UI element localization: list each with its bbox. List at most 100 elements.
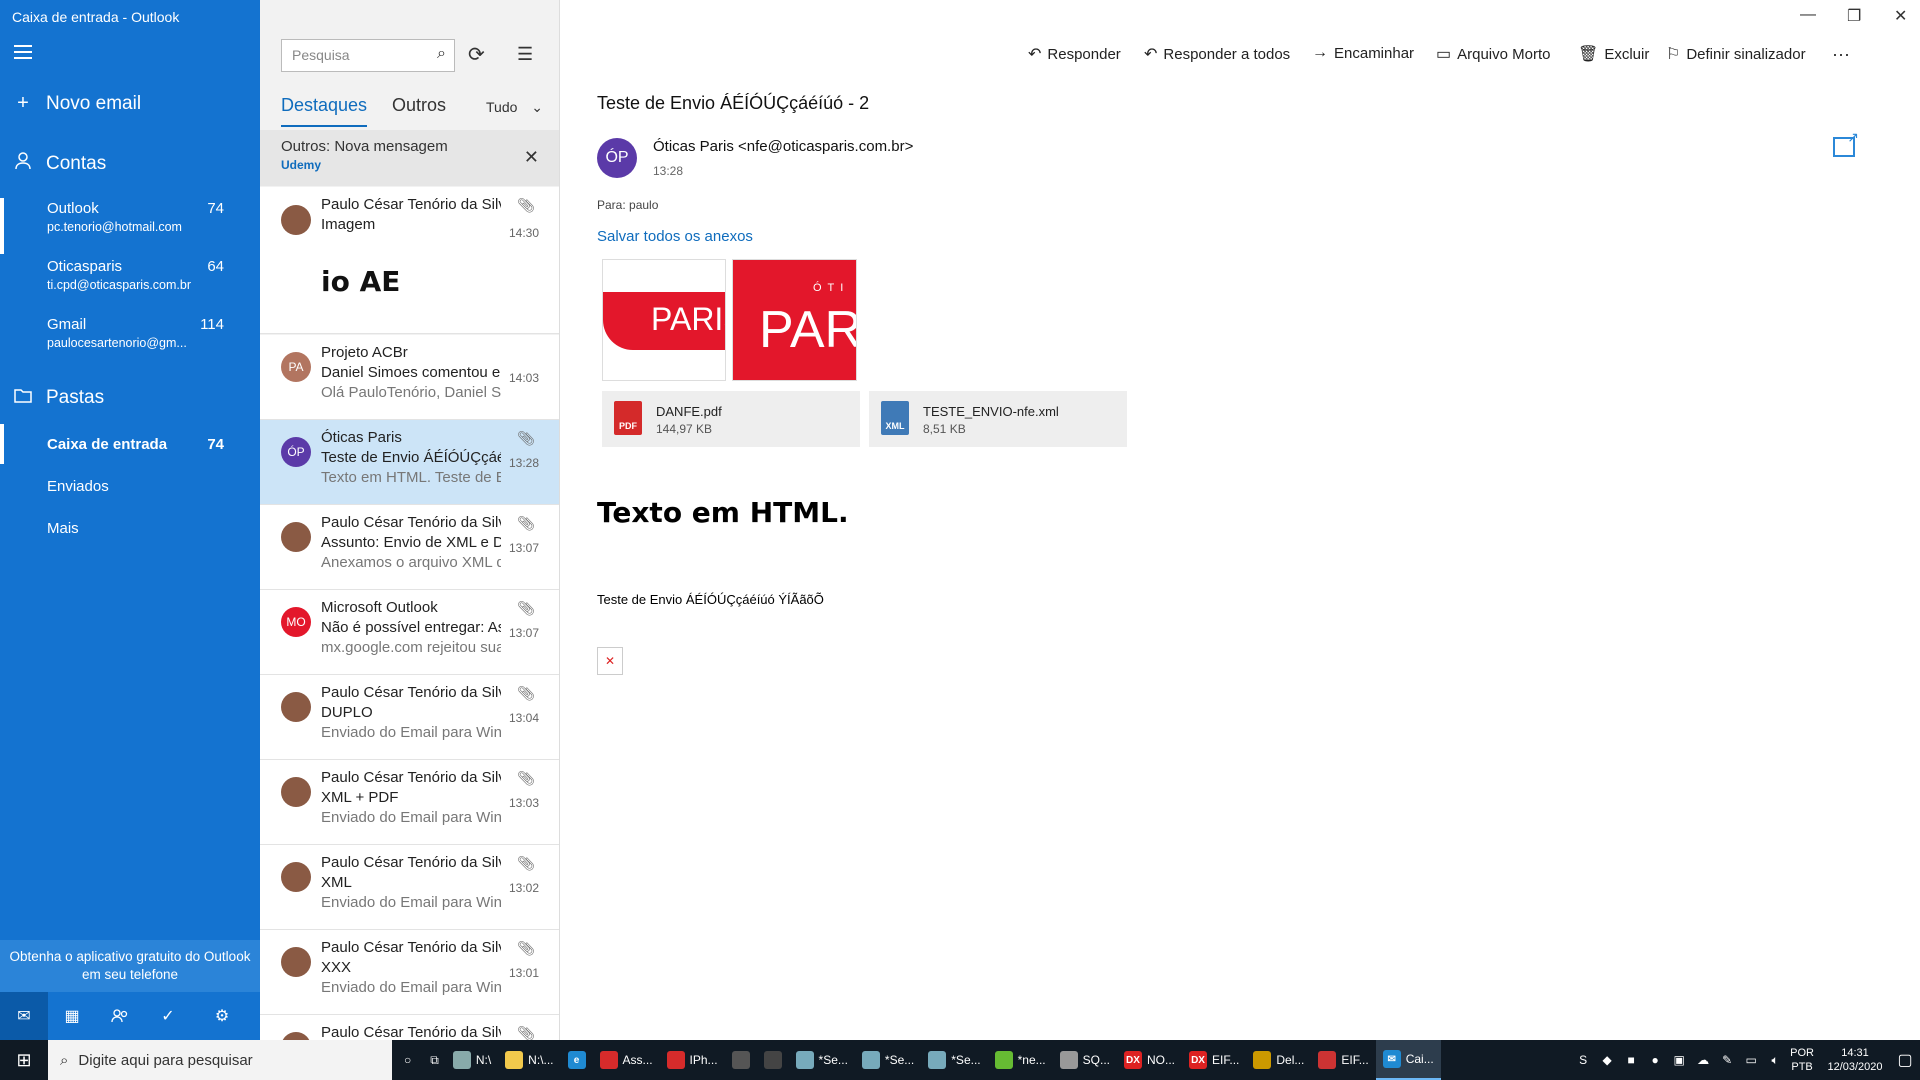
folder-sent[interactable]: Enviados <box>0 466 260 506</box>
list-item[interactable]: Paulo César Tenório da Silva Imagem 📎︎ 1… <box>260 187 559 334</box>
list-item[interactable]: MO Microsoft Outlook Não é possível entr… <box>260 590 559 675</box>
taskbar-app-edge[interactable]: e <box>561 1040 593 1080</box>
list-item[interactable]: Paulo César Tenório da Silva Assunto: En… <box>260 505 559 590</box>
message-sender: Paulo César Tenório da Silva <box>321 514 501 531</box>
taskbar-app-mail[interactable]: ✉ Cai... <box>1375 1040 1441 1080</box>
close-window-icon[interactable]: ✕ <box>1894 6 1907 26</box>
pen-icon[interactable]: ✎ <box>1718 1053 1736 1067</box>
todo-icon[interactable]: ✓ <box>144 992 192 1040</box>
dx-icon: DX <box>1124 1051 1142 1069</box>
tray-app-icon[interactable]: ◆ <box>1598 1053 1616 1067</box>
tray-app-icon[interactable]: ■ <box>1622 1053 1640 1067</box>
list-item[interactable]: Paulo César Tenório da Silva XML Enviado… <box>260 845 559 930</box>
close-icon[interactable]: ✕ <box>524 147 539 168</box>
taskbar-app-delphi[interactable]: Del... <box>1246 1040 1311 1080</box>
other-inbox-notice[interactable]: Outros: Nova mensagem Udemy ✕ <box>260 130 559 186</box>
tray-app-icon[interactable]: ● <box>1646 1053 1664 1067</box>
taskbar-app-drive[interactable]: N:\ <box>446 1040 498 1080</box>
taskbar-search-input[interactable]: ⌕ Digite aqui para pesquisar <box>48 1040 392 1080</box>
taskbar-app-store[interactable] <box>725 1040 757 1080</box>
network-icon[interactable]: ▭ <box>1742 1053 1760 1067</box>
notepad-icon <box>861 1051 880 1069</box>
message-time: 13:07 <box>508 541 539 555</box>
tab-other[interactable]: Outros <box>392 95 446 116</box>
folder-more[interactable]: Mais <box>0 508 260 548</box>
accounts-header[interactable]: Contas <box>0 152 260 176</box>
selection-mode-icon[interactable]: ☰ <box>517 44 533 65</box>
taskbar-app-dx2[interactable]: DX EIF... <box>1182 1040 1246 1080</box>
search-input[interactable]: Pesquisa ⌕ <box>281 39 455 72</box>
taskbar-app-eif[interactable]: EIF... <box>1311 1040 1375 1080</box>
search-icon[interactable]: ⌕ <box>437 45 446 63</box>
taskbar-app-sql[interactable]: SQ... <box>1053 1040 1117 1080</box>
notifications-icon[interactable]: ▢ <box>1896 1050 1914 1070</box>
taskbar-app-ass[interactable]: Ass... <box>593 1040 660 1080</box>
mail-icon[interactable]: ✉ <box>0 992 48 1040</box>
taskbar-app-note1[interactable]: *Se... <box>789 1040 855 1080</box>
account-gmail[interactable]: Gmail paulocesartenorio@gm... 114 <box>0 314 260 370</box>
reply-all-button[interactable]: ↶ Responder a todos <box>1144 44 1290 64</box>
new-mail-button[interactable]: + Novo email <box>0 92 260 115</box>
taskbar-app-note3[interactable]: *Se... <box>921 1040 987 1080</box>
list-item[interactable]: PA Projeto ACBr Daniel Simoes comentou e… <box>260 335 559 420</box>
people-icon[interactable] <box>96 992 144 1040</box>
attachment-file[interactable]: XML TESTE_ENVIO-nfe.xml 8,51 KB <box>869 391 1127 447</box>
open-in-new-window-icon[interactable] <box>1833 129 1859 157</box>
reply-button[interactable]: ↶ Responder <box>1028 44 1121 64</box>
clock[interactable]: 14:31 12/03/2020 <box>1820 1046 1890 1074</box>
get-mobile-app-promo[interactable]: Obtenha o aplicativo gratuito do Outlook… <box>0 940 260 992</box>
skype-icon[interactable]: S <box>1574 1053 1592 1067</box>
forward-arrow-icon: → <box>1312 44 1328 61</box>
list-item[interactable]: ÓP Óticas Paris Teste de Envio ÁÉÍÓÚÇçáé… <box>260 420 559 505</box>
volume-icon[interactable]: 🔈︎ <box>1766 1053 1784 1068</box>
cortana-icon[interactable]: ○ <box>392 1040 423 1080</box>
message-subject: XML <box>321 874 352 891</box>
taskbar-app-iph[interactable]: IPh... <box>660 1040 725 1080</box>
more-options-icon[interactable]: ··· <box>1832 44 1850 65</box>
taskbar-app-note2[interactable]: *Se... <box>855 1040 921 1080</box>
tray-app-icon[interactable]: ▣ <box>1670 1053 1688 1067</box>
folder-icon <box>505 1051 524 1069</box>
archive-button[interactable]: ▭ Arquivo Morto <box>1436 44 1551 64</box>
attachment-image-thumbnail[interactable]: PARIS <box>602 259 726 381</box>
sync-icon[interactable]: ⟳ <box>468 42 485 67</box>
list-item[interactable]: Paulo César Tenório da Silva DUPLO Envia… <box>260 675 559 760</box>
save-all-attachments-link[interactable]: Salvar todos os anexos <box>597 228 753 245</box>
taskbar-app-explorer[interactable]: N:\... <box>498 1040 560 1080</box>
tab-focused[interactable]: Destaques <box>281 95 368 127</box>
language-indicator[interactable]: POR PTB <box>1790 1046 1814 1074</box>
settings-gear-icon[interactable]: ⚙ <box>198 992 246 1040</box>
taskbar-app-notepadpp[interactable]: *ne... <box>988 1040 1053 1080</box>
taskbar-app-calculator[interactable] <box>757 1040 789 1080</box>
forward-button[interactable]: → Encaminhar <box>1312 44 1414 62</box>
account-oticasparis[interactable]: Oticasparis ti.cpd@oticasparis.com.br 64 <box>0 256 260 312</box>
delete-button[interactable]: 🗑︎ Excluir <box>1578 44 1649 64</box>
onedrive-cloud-icon[interactable]: ☁ <box>1694 1053 1712 1067</box>
list-item[interactable]: Paulo César Tenório da Silva XXX Enviado… <box>260 930 559 1015</box>
clock-time: 14:31 <box>1841 1047 1869 1059</box>
hamburger-menu-icon[interactable] <box>14 45 32 63</box>
attachment-image-thumbnail[interactable]: ÓTI PAR <box>732 259 857 381</box>
attachment-file[interactable]: PDF DANFE.pdf 144,97 KB <box>602 391 860 447</box>
account-outlook[interactable]: Outlook pc.tenorio@hotmail.com 74 <box>0 198 260 254</box>
restore-icon[interactable]: ❐ <box>1847 6 1861 26</box>
unread-count: 74 <box>207 200 224 217</box>
calendar-icon[interactable]: ▦ <box>48 992 96 1040</box>
sender-avatar[interactable]: ÓP <box>597 138 637 178</box>
folder-inbox[interactable]: Caixa de entrada 74 <box>0 424 260 464</box>
task-label: *Se... <box>951 1053 981 1067</box>
message-list-pane: Pesquisa ⌕ ⟳ ☰ Destaques Outros Tudo ⌄ O… <box>260 0 560 1040</box>
filter-dropdown[interactable]: Tudo ⌄ <box>486 99 543 116</box>
list-item[interactable]: Paulo César Tenório da Silva 📎︎ <box>260 1015 559 1040</box>
folders-header[interactable]: Pastas <box>0 386 260 409</box>
flag-button[interactable]: ⚐ Definir sinalizador <box>1666 44 1806 64</box>
message-time: 13:04 <box>508 711 539 725</box>
windows-start-icon[interactable]: ⊞ <box>0 1040 48 1080</box>
message-subject-heading: Teste de Envio ÁÉÍÓÚÇçáéíúó - 2 <box>597 93 870 113</box>
taskbar-app-dx1[interactable]: DX NO... <box>1117 1040 1182 1080</box>
task-view-icon[interactable]: ⧉ <box>423 1040 446 1080</box>
minimize-icon[interactable]: — <box>1800 6 1816 24</box>
list-item[interactable]: Paulo César Tenório da Silva XML + PDF E… <box>260 760 559 845</box>
to-recipient[interactable]: paulo <box>629 198 658 212</box>
sender-name[interactable]: Óticas Paris <nfe@oticasparis.com.br> <box>653 138 913 155</box>
